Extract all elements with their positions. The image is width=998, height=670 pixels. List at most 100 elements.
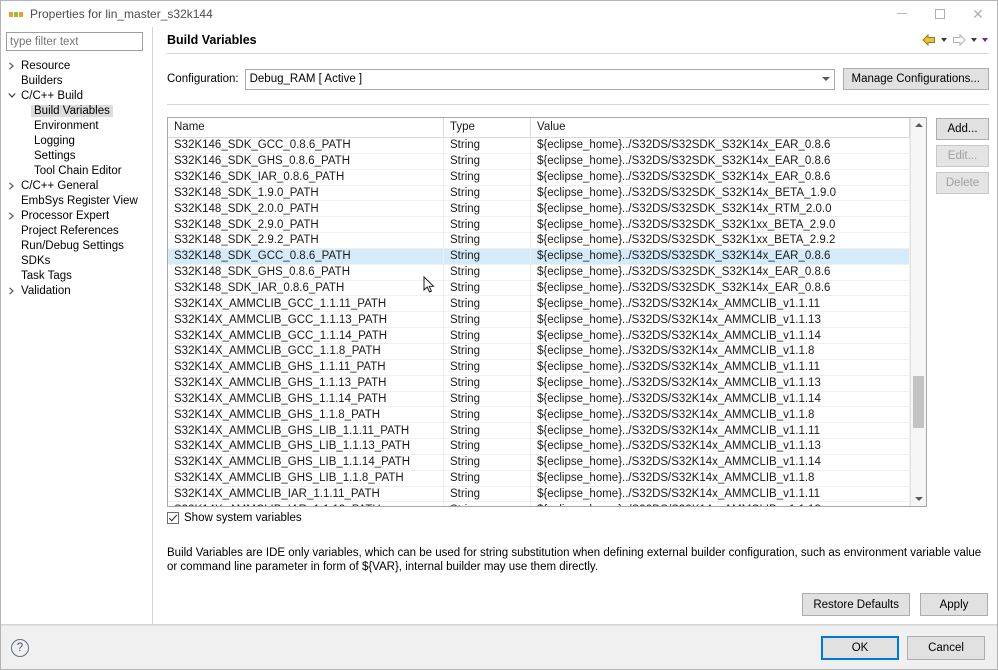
column-header-value[interactable]: Value [531,118,910,137]
sidebar-item-resource[interactable]: Resource [1,58,152,73]
scroll-down-chevron-down-icon[interactable] [911,492,926,506]
cell-name: S32K148_SDK_IAR_0.8.6_PATH [168,280,444,296]
table-row[interactable]: S32K14X_AMMCLIB_GHS_LIB_1.1.11_PATH Strin… [168,423,910,440]
close-button[interactable]: ✕ [959,1,997,26]
table-row[interactable]: S32K14X_AMMCLIB_GHS_LIB_1.1.13_PATH Strin… [168,439,910,455]
table-row[interactable]: S32K14X_AMMCLIB_GHS_1.1.14_PATH String ${e… [168,391,910,408]
cell-type: String [444,423,531,439]
cell-value: ${eclipse_home}../S32DS/S32K14x_AMMCLIB_… [531,439,910,454]
cell-name: S32K148_SDK_GCC_0.8.6_PATH [168,248,444,264]
table-row[interactable]: S32K148_SDK_GCC_0.8.6_PATH String ${eclips… [168,248,910,265]
scroll-up-chevron-up-icon[interactable] [911,118,926,132]
sidebar-item-label: Tool Chain Editor [34,164,122,177]
chevron-right-icon[interactable] [5,208,18,223]
cell-value: ${eclipse_home}../S32DS/S32K14x_AMMCLIB_… [531,328,910,343]
manage-configurations-button[interactable]: Manage Configurations... [842,68,989,90]
cell-value: ${eclipse_home}../S32DS/S32SDK_S32K14x_E… [531,138,910,153]
sidebar-item-builders[interactable]: Builders [1,73,152,88]
help-icon[interactable]: ? [11,638,29,657]
table-row[interactable]: S32K14X_AMMCLIB_GHS_1.1.8_PATH String ${ec… [168,407,910,424]
sidebar-item-tool-chain-editor[interactable]: Tool Chain Editor [1,163,152,178]
configuration-select[interactable]: Debug_RAM [ Active ] [244,68,835,90]
minimize-button[interactable] [883,1,921,26]
sidebar-item-embsys-register-view[interactable]: EmbSys Register View [1,193,152,208]
table-row[interactable]: S32K14X_AMMCLIB_GHS_1.1.13_PATH String ${e… [168,375,910,392]
sidebar-item-label: Logging [34,134,75,147]
forward-arrow-icon[interactable] [950,32,967,48]
sidebar-item-logging[interactable]: Logging [1,133,152,148]
table-row[interactable]: S32K146_SDK_GCC_0.8.6_PATH String ${eclips… [168,138,910,154]
cell-type: String [444,169,531,185]
table-row[interactable]: S32K14X_AMMCLIB_IAR_1.1.13_PATHString${e… [168,502,910,506]
sidebar-item-label: SDKs [21,254,51,267]
chevron-right-icon[interactable] [5,58,18,73]
table-row[interactable]: S32K148_SDK_GHS_0.8.6_PATH String ${eclips… [168,264,910,281]
table-row[interactable]: S32K14X_AMMCLIB_GCC_1.1.8_PATH String ${ec… [168,343,910,360]
table-row[interactable]: S32K14X_AMMCLIB_GCC_1.1.11_PATH String ${e… [168,296,910,313]
column-header-name[interactable]: Name [168,118,444,137]
table-row[interactable]: S32K148_SDK_IAR_0.8.6_PATH String ${eclips… [168,280,910,297]
cell-type: String [444,233,531,248]
cell-type: String [444,391,531,407]
ok-button[interactable]: OK [821,635,899,660]
sidebar-item-project-references[interactable]: Project References [1,223,152,238]
page-action-buttons: Restore Defaults Apply [167,593,989,616]
cell-value: ${eclipse_home}../S32DS/S32SDK_S32K1xx_B… [531,233,910,248]
sidebar-item-label: Settings [34,149,76,162]
back-arrow-icon[interactable] [920,32,937,48]
scrollbar-thumb[interactable] [913,376,924,428]
sidebar-item-settings[interactable]: Settings [1,148,152,163]
chevron-down-icon [821,77,830,81]
apply-button[interactable]: Apply [920,593,988,616]
cell-name: S32K146_SDK_GCC_0.8.6_PATH [168,138,444,153]
table-row[interactable]: S32K148_SDK_2.9.0_PATH String ${eclipse_ho… [168,217,910,234]
show-system-variables-checkbox[interactable] [167,512,179,524]
table-row[interactable]: S32K148_SDK_2.9.2_PATH String ${eclipse_ho… [168,233,910,249]
cell-name: S32K14X_AMMCLIB_IAR_1.1.13_PATH [168,502,444,506]
table-row[interactable]: S32K14X_AMMCLIB_GHS_LIB_1.1.8_PATH String… [168,470,910,487]
vertical-scrollbar[interactable] [910,118,926,506]
table-row[interactable]: S32K14X_AMMCLIB_GCC_1.1.13_PATH String ${e… [168,312,910,329]
table-row[interactable]: S32K14X_AMMCLIB_IAR_1.1.11_PATH String ${e… [168,486,910,503]
sidebar-item-c-c-general[interactable]: C/C++ General [1,178,152,193]
cell-name: S32K14X_AMMCLIB_GHS_LIB_1.1.11_PATH [168,423,444,439]
sidebar-item-validation[interactable]: Validation [1,283,152,298]
maximize-button[interactable] [921,1,959,26]
cell-name: S32K14X_AMMCLIB_IAR_1.1.11_PATH [168,486,444,502]
page-title: Build Variables [167,33,257,47]
restore-defaults-button[interactable]: Restore Defaults [802,593,910,616]
filter-input[interactable] [6,32,143,51]
chevron-right-icon[interactable] [5,178,18,193]
show-system-variables-label: Show system variables [184,512,302,524]
chevron-right-icon[interactable] [5,283,18,298]
cell-type: String [444,486,531,502]
table-row[interactable]: S32K14X_AMMCLIB_GCC_1.1.14_PATH String ${e… [168,328,910,344]
window-title: Properties for lin_master_s32k144 [30,6,213,21]
add-button[interactable]: Add... [936,118,989,140]
sidebar-item-c-c-build[interactable]: C/C++ Build [1,88,152,103]
configuration-value: Debug_RAM [ Active ] [249,73,363,85]
chevron-down-icon[interactable] [5,88,18,103]
table-row[interactable]: S32K14X_AMMCLIB_GHS_LIB_1.1.14_PATH Strin… [168,454,910,471]
sidebar-item-environment[interactable]: Environment [1,118,152,133]
cell-name: S32K148_SDK_GHS_0.8.6_PATH [168,264,444,280]
configuration-label: Configuration: [167,73,239,85]
forward-history-chevron-down-icon[interactable] [969,32,978,48]
cell-type: String [444,312,531,328]
table-row[interactable]: S32K14X_AMMCLIB_GHS_1.1.11_PATH String ${e… [168,359,910,376]
view-menu-chevron-down-icon[interactable] [980,32,989,48]
table-row[interactable]: S32K146_SDK_GHS_0.8.6_PATH String ${eclips… [168,153,910,170]
column-header-type[interactable]: Type [444,118,531,137]
sidebar-item-build-variables[interactable]: Build Variables [1,103,152,118]
sidebar-item-run-debug-settings[interactable]: Run/Debug Settings [1,238,152,253]
show-system-variables-row[interactable]: Show system variables [167,512,989,524]
table-row[interactable]: S32K146_SDK_IAR_0.8.6_PATH String ${eclips… [168,169,910,186]
sidebar-item-processor-expert[interactable]: Processor Expert [1,208,152,223]
table-row[interactable]: S32K148_SDK_2.0.0_PATH String ${eclipse_ho… [168,201,910,218]
cancel-button[interactable]: Cancel [907,635,985,660]
back-history-chevron-down-icon[interactable] [939,32,948,48]
table-row[interactable]: S32K148_SDK_1.9.0_PATH String ${eclipse_ho… [168,185,910,202]
sidebar-item-task-tags[interactable]: Task Tags [1,268,152,283]
sidebar-item-label: Environment [34,119,99,132]
sidebar-item-sdks[interactable]: SDKs [1,253,152,268]
